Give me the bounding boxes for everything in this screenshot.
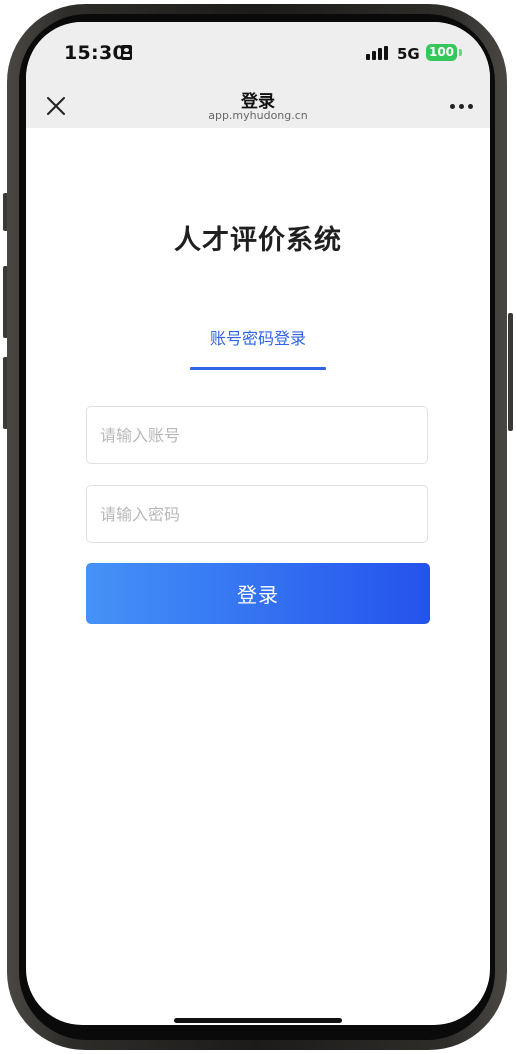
- power-button: [508, 313, 513, 431]
- more-icon[interactable]: [449, 100, 475, 112]
- id-card-icon: [121, 45, 132, 60]
- page-title: 人才评价系统: [174, 225, 342, 256]
- signal-icon: [366, 46, 390, 60]
- network-type: 5G: [397, 45, 420, 63]
- status-bar: 15:30 5G 100: [26, 22, 490, 84]
- password-field: [86, 485, 428, 543]
- login-button[interactable]: 登录: [86, 563, 430, 624]
- nav-bar: 登录 app.myhudong.cn: [26, 84, 490, 128]
- account-input[interactable]: [87, 407, 427, 463]
- status-time: 15:30: [64, 42, 126, 64]
- battery-tip: [459, 49, 462, 56]
- tab-active-underline: [190, 367, 326, 370]
- tab-account-password-login[interactable]: 账号密码登录: [190, 327, 326, 371]
- battery-icon: 100: [426, 44, 457, 61]
- nav-url: app.myhudong.cn: [208, 109, 308, 122]
- tab-label: 账号密码登录: [209, 329, 306, 348]
- account-field: [86, 406, 428, 464]
- password-input[interactable]: [87, 486, 427, 542]
- home-indicator: [174, 1018, 342, 1023]
- screenshot-stage: 15:30 5G 100 登录 app.myhudong.cn 人才评价系统 账…: [0, 0, 516, 1054]
- phone-screen: 15:30 5G 100 登录 app.myhudong.cn 人才评价系统 账…: [26, 22, 490, 1025]
